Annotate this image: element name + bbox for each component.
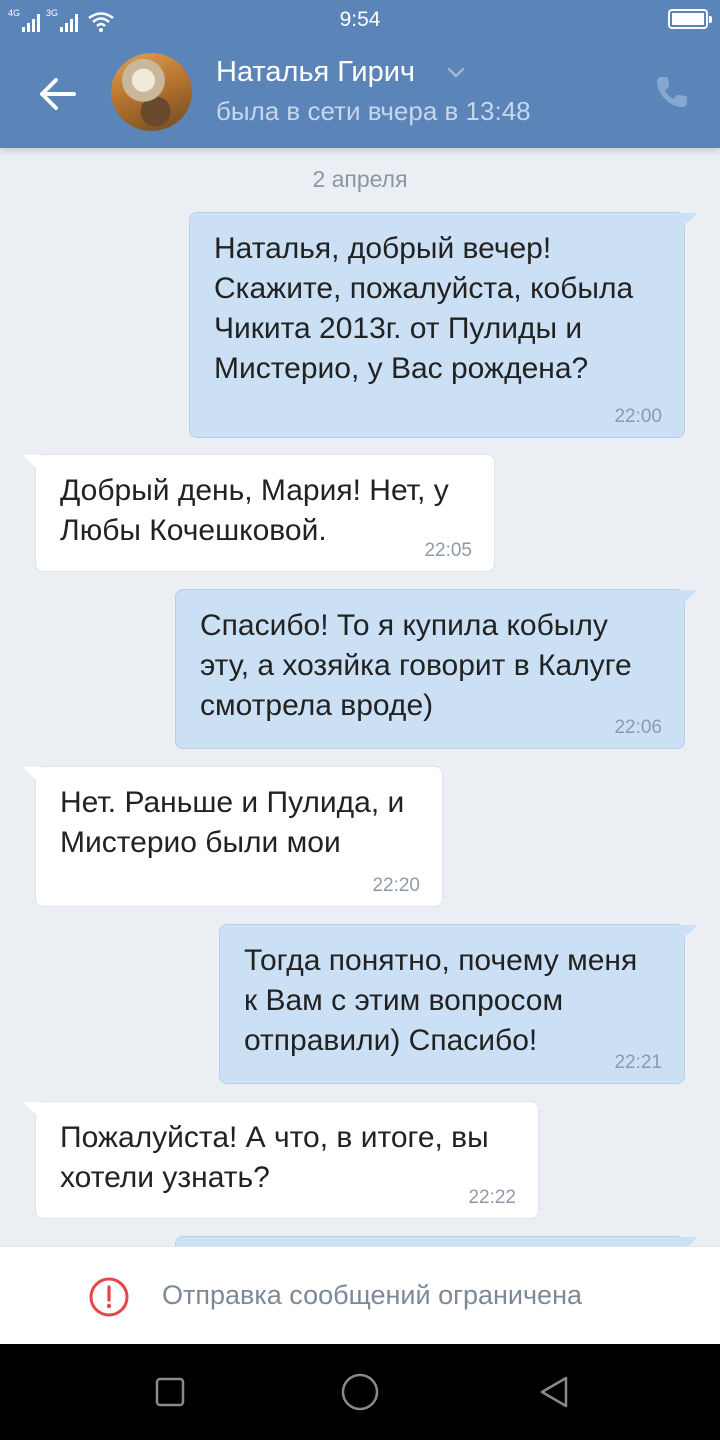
bubble-tail <box>680 590 698 606</box>
message-time: 22:00 <box>614 406 662 427</box>
date-separator: 2 апреля <box>312 166 408 192</box>
message-line: Наталья, добрый вечер! <box>214 232 552 265</box>
message-outgoing[interactable]: Наталья, добрый вечер! Скажите, пожалуйс… <box>189 212 698 438</box>
arrow-left-icon[interactable] <box>30 70 84 118</box>
message-line: Мистерио, у Вас рождена? <box>214 352 589 385</box>
message-incoming[interactable]: Нет. Раньше и Пулида, и Мистерио были мо… <box>22 766 443 907</box>
message-line: Любы Кочешковой. <box>60 514 327 547</box>
bubble-tail <box>680 1237 698 1246</box>
message-time: 22:05 <box>424 540 472 561</box>
bubble-tail <box>680 925 698 941</box>
bubble-tail <box>22 767 40 783</box>
message-time: 22:22 <box>468 1187 516 1208</box>
message-line: отправили) Спасибо! <box>244 1024 538 1057</box>
battery-level <box>672 13 704 25</box>
clock: 9:54 <box>339 8 381 31</box>
message-list[interactable]: 2 апреля Наталья, добрый вечер! Скажите,… <box>0 148 720 1246</box>
chat-header: Наталья Гирич была в сети вчера в 13:48 <box>0 40 720 148</box>
message-line: Тогда понятно, почему меня <box>244 944 638 977</box>
message-line: Пожалуйста! А что, в итоге, вы <box>60 1121 489 1154</box>
message-line: Скажите, пожалуйста, кобыла <box>214 272 634 305</box>
square-icon[interactable] <box>150 1372 190 1412</box>
status-bar: 4G 3G 9:54 <box>0 0 720 40</box>
exclamation-circle-icon <box>89 1277 129 1317</box>
contact-name[interactable]: Наталья Гирич <box>216 56 415 89</box>
battery-icon <box>668 9 712 29</box>
system-nav-bar <box>0 1344 720 1440</box>
message-line: хотели узнать? <box>60 1161 270 1194</box>
message-line: Нет. Раньше и Пулида, и <box>60 786 405 819</box>
message-time: 22:21 <box>614 1052 662 1073</box>
message-incoming[interactable]: Добрый день, Мария! Нет, у Любы Кочешков… <box>22 454 495 572</box>
message-outgoing-partial[interactable] <box>175 1236 698 1246</box>
message-line: к Вам с этим вопросом <box>244 984 564 1017</box>
message-time: 22:06 <box>614 717 662 738</box>
circle-icon[interactable] <box>340 1372 380 1412</box>
message-outgoing[interactable]: Спасибо! То я купила кобылу эту, а хозяй… <box>175 589 698 749</box>
message-outgoing[interactable]: Тогда понятно, почему меня к Вам с этим … <box>219 924 698 1084</box>
message-line: Чикита 2013г. от Пулиды и <box>214 312 583 345</box>
message-line: смотрела вроде) <box>200 689 434 722</box>
triangle-back-icon[interactable] <box>534 1372 574 1412</box>
message-time: 22:20 <box>372 875 420 896</box>
chevron-down-icon[interactable] <box>446 66 466 80</box>
messaging-restricted-bar: Отправка сообщений ограничена <box>0 1246 720 1344</box>
message-line: Спасибо! То я купила кобылу <box>200 609 608 642</box>
bubble-tail <box>680 213 698 229</box>
message-incoming[interactable]: Пожалуйста! А что, в итоге, вы хотели уз… <box>22 1101 539 1219</box>
message-line: эту, а хозяйка говорит в Калуге <box>200 649 632 682</box>
bubble-tail <box>22 1102 40 1118</box>
bubble-tail <box>22 455 40 471</box>
message-line: Мистерио были мои <box>60 826 341 859</box>
avatar[interactable] <box>111 53 192 131</box>
restricted-message: Отправка сообщений ограничена <box>162 1280 582 1310</box>
message-line: Добрый день, Мария! Нет, у <box>60 474 449 507</box>
last-seen-status: была в сети вчера в 13:48 <box>216 96 531 126</box>
phone-icon[interactable] <box>652 72 692 112</box>
